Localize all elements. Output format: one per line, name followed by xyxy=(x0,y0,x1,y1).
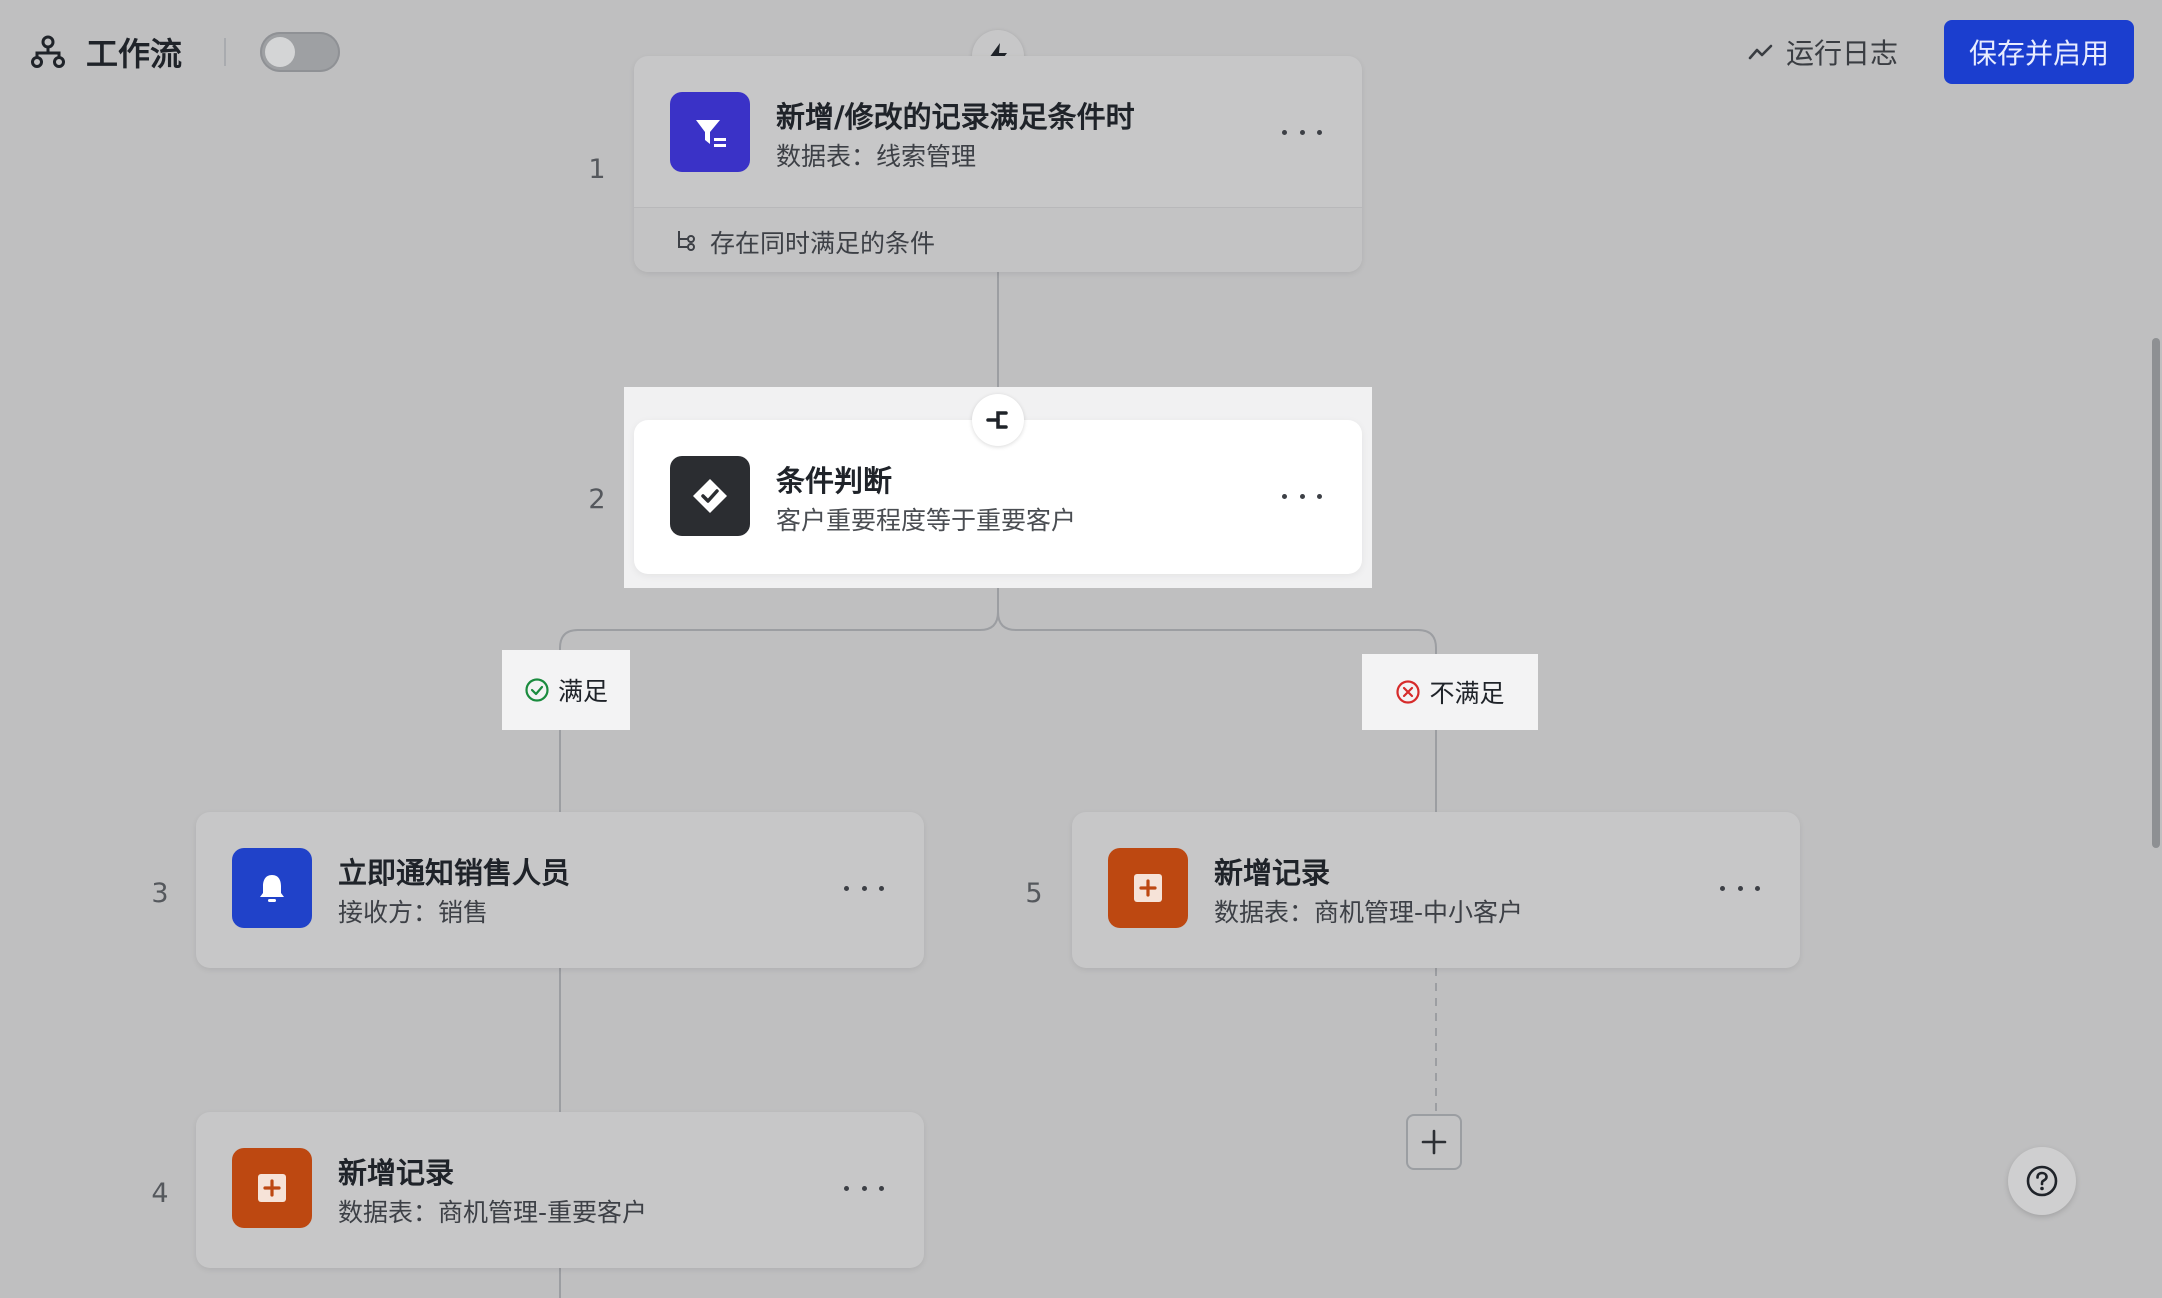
branch-yes-label[interactable]: 满足 xyxy=(502,650,630,730)
header-divider xyxy=(224,38,227,66)
workflow-icon xyxy=(31,35,65,68)
add-step-button[interactable] xyxy=(1406,1114,1462,1170)
help-button[interactable] xyxy=(2008,1147,2076,1215)
workflow-canvas[interactable]: 1 新增/修改的记录满足条件时 数据表：线索管理 存在同时满足的条件 2 条件判… xyxy=(0,0,2162,1298)
x-circle-icon xyxy=(1396,680,1421,704)
add-record-icon xyxy=(258,1174,286,1202)
branch-no-text: 不满足 xyxy=(1429,679,1505,708)
workflow-enable-toggle[interactable] xyxy=(260,32,341,72)
node-title: 新增/修改的记录满足条件时 xyxy=(776,100,1135,134)
trigger-node[interactable]: 新增/修改的记录满足条件时 数据表：线索管理 存在同时满足的条件 xyxy=(634,56,1362,272)
question-circle-icon xyxy=(2026,1165,2058,1197)
trigger-node-icon xyxy=(670,92,750,172)
dot-icon xyxy=(1299,493,1305,499)
node-subtitle: 数据表：商机管理-中小客户 xyxy=(1214,898,1524,927)
more-options-button[interactable] xyxy=(1282,122,1322,142)
step-number: 3 xyxy=(151,878,169,909)
trend-line-icon xyxy=(1748,44,1773,60)
dot-icon xyxy=(1317,493,1322,499)
more-options-button[interactable] xyxy=(844,1178,884,1198)
more-options-button[interactable] xyxy=(1720,878,1760,898)
notify-node[interactable]: 立即通知销售人员 接收方：销售 xyxy=(196,812,924,968)
add-record-node-small-clients[interactable]: 新增记录 数据表：商机管理-中小客户 xyxy=(1072,812,1800,968)
dot-icon xyxy=(861,885,867,891)
add-record-node-icon xyxy=(232,1148,312,1228)
trigger-condition-footer[interactable]: 存在同时满足的条件 xyxy=(634,207,1362,272)
step-number: 5 xyxy=(1025,878,1043,909)
footer-text: 存在同时满足的条件 xyxy=(710,229,936,258)
workflow-header: 工作流 xyxy=(30,28,341,76)
node-subtitle: 数据表：线索管理 xyxy=(776,142,977,171)
dot-icon xyxy=(1317,129,1322,135)
branch-icon xyxy=(986,411,1008,429)
branch-no-label[interactable]: 不满足 xyxy=(1362,654,1538,730)
check-circle-icon xyxy=(525,678,549,702)
dot-icon xyxy=(861,1185,867,1191)
step-number: 4 xyxy=(151,1178,169,1209)
node-title: 条件判断 xyxy=(776,464,893,498)
node-title: 新增记录 xyxy=(338,1156,455,1190)
dot-icon xyxy=(844,885,849,891)
branch-yes-text: 满足 xyxy=(557,677,608,706)
dot-icon xyxy=(1755,885,1760,891)
notify-node-icon xyxy=(232,848,312,928)
check-diamond-icon xyxy=(693,479,727,513)
vertical-scrollbar[interactable] xyxy=(2152,338,2160,848)
add-record-node-key-clients[interactable]: 新增记录 数据表：商机管理-重要客户 xyxy=(196,1112,924,1268)
step-number: 2 xyxy=(588,484,606,515)
node-title: 新增记录 xyxy=(1214,856,1331,890)
dot-icon xyxy=(1282,493,1287,499)
save-and-enable-button[interactable]: 保存并启用 xyxy=(1944,20,2134,84)
branch-tree-icon xyxy=(678,231,695,251)
step-number: 1 xyxy=(588,154,606,185)
toggle-knob xyxy=(265,37,296,67)
dot-icon xyxy=(1720,885,1725,891)
run-log-link[interactable]: 运行日志 xyxy=(1748,30,1898,74)
dot-icon xyxy=(1737,885,1743,891)
node-subtitle: 接收方：销售 xyxy=(338,898,489,927)
plus-icon xyxy=(1421,1129,1447,1155)
more-options-button[interactable] xyxy=(844,878,884,898)
dot-icon xyxy=(1299,129,1305,135)
branch-toggle-button[interactable] xyxy=(972,394,1024,446)
bell-icon xyxy=(260,875,284,902)
filter-icon xyxy=(696,120,726,147)
run-log-text: 运行日志 xyxy=(1786,37,1899,70)
node-subtitle: 数据表：商机管理-重要客户 xyxy=(338,1198,648,1227)
dot-icon xyxy=(879,885,884,891)
add-record-node-icon xyxy=(1108,848,1188,928)
add-record-icon xyxy=(1134,874,1162,902)
condition-node-icon xyxy=(670,456,750,536)
dot-icon xyxy=(1282,129,1287,135)
node-title: 立即通知销售人员 xyxy=(338,856,571,890)
more-options-button[interactable] xyxy=(1282,486,1322,506)
page-title: 工作流 xyxy=(86,35,183,73)
dot-icon xyxy=(844,1185,849,1191)
node-subtitle: 客户重要程度等于重要客户 xyxy=(776,506,1077,535)
dot-icon xyxy=(879,1185,884,1191)
